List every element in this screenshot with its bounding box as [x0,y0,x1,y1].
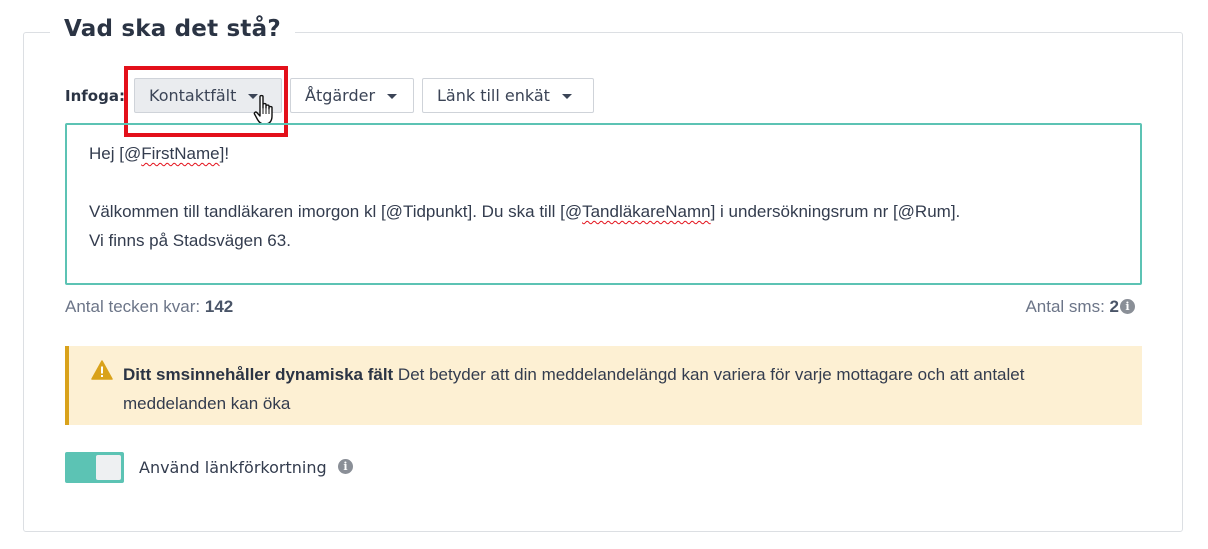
insert-label: Infoga: [65,87,125,105]
message-editor[interactable]: Hej [@FirstName]! Välkommen till tandläk… [65,123,1142,285]
chars-left-counter: Antal tecken kvar: 142 [65,297,234,316]
dynamic-fields-warning: Ditt smsinnehåller dynamiska fält Det be… [65,346,1142,425]
link-shortening-label: Använd länkförkortning [139,458,327,477]
survey-link-dropdown[interactable]: Länk till enkät [422,78,594,113]
message-line-2: Välkommen till tandläkaren imorgon kl [@… [89,202,961,221]
spellcheck-word: TandläkareNamn [582,202,711,221]
section-title: Vad ska det stå? [50,16,295,42]
toggle-knob [96,455,121,480]
spellcheck-word: FirstName [141,144,220,163]
warning-text: Ditt smsinnehåller dynamiska fält Det be… [123,360,1113,418]
survey-link-label: Länk till enkät [437,86,550,105]
chevron-down-icon [387,94,398,99]
sms-count-counter: Antal sms: 2 [1025,297,1119,316]
actions-label: Åtgärder [305,86,376,105]
contact-fields-label: Kontaktfält [149,86,237,105]
chevron-down-icon [561,94,572,99]
message-line-1: Hej [@FirstName]! [89,144,230,163]
chars-left-value: 142 [204,297,234,316]
actions-dropdown[interactable]: Åtgärder [290,78,414,113]
warning-title: Ditt smsinnehåller dynamiska fält [123,365,394,384]
message-line-3: Vi finns på Stadsvägen 63. [89,231,291,250]
sms-count-value: 2 [1109,297,1119,316]
info-icon[interactable]: i [338,459,353,474]
info-icon[interactable]: i [1120,299,1135,314]
link-shortening-toggle[interactable] [65,452,124,483]
warning-icon [91,360,113,380]
message-blank-line [89,168,1118,197]
